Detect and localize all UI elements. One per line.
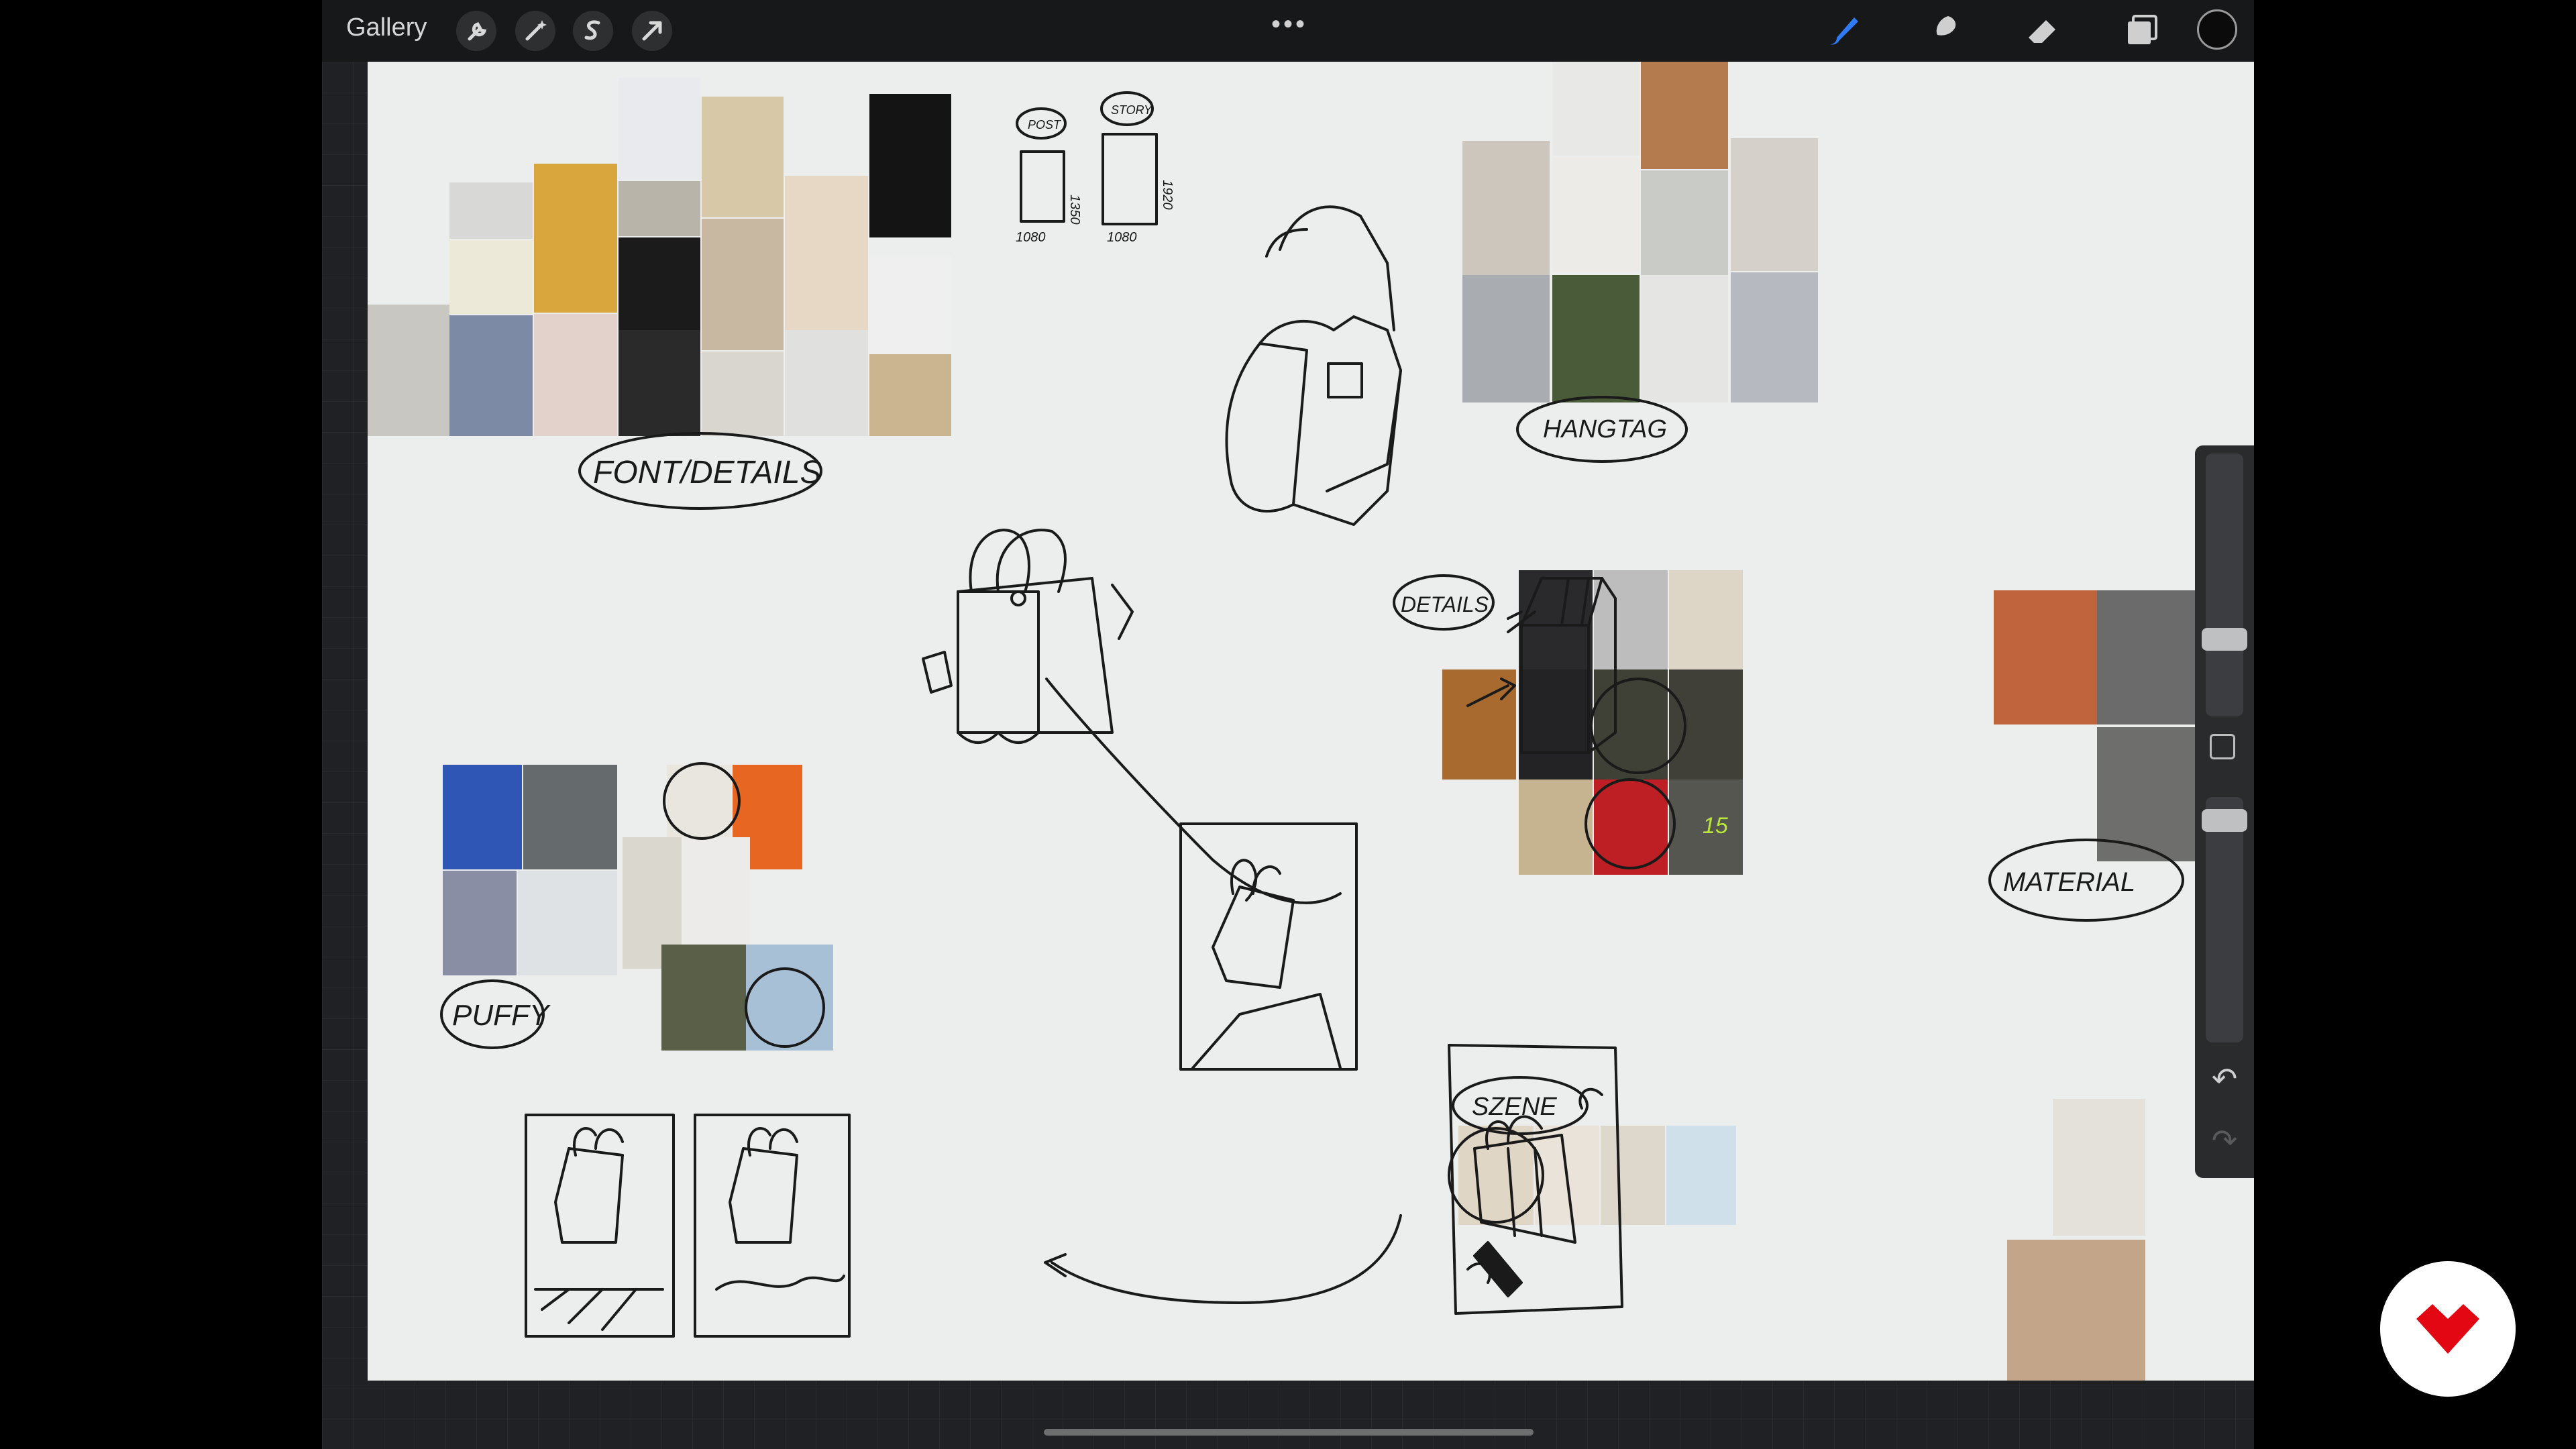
drawing-canvas[interactable]: FONT/DETAILS HANGTAG DETAILS PUFFY MATER…	[368, 62, 2254, 1381]
top-toolbar: Gallery •••	[322, 0, 2254, 62]
redo-icon[interactable]: ↷	[2207, 1123, 2242, 1158]
post-label: POST	[1028, 118, 1062, 131]
font-details-label: FONT/DETAILS	[593, 455, 821, 490]
undo-icon[interactable]: ↶	[2207, 1061, 2242, 1096]
frame-sketch-bottom-1	[525, 1114, 675, 1338]
brand-logo-icon	[2380, 1261, 2516, 1397]
brush-icon[interactable]	[1821, 8, 1866, 54]
hangtag-label: HANGTAG	[1543, 415, 1667, 443]
modify-button[interactable]	[2210, 734, 2235, 759]
tote-sketch-left	[957, 590, 1040, 734]
wrench-icon[interactable]	[453, 8, 499, 54]
brush-opacity-slider[interactable]	[2202, 797, 2247, 1042]
home-indicator[interactable]	[1044, 1429, 1534, 1436]
story-label: STORY	[1111, 103, 1153, 117]
bottle-sketch	[1473, 1241, 1523, 1297]
color-picker-button[interactable]	[2197, 9, 2237, 50]
puffy-label: PUFFY	[452, 999, 551, 1032]
eraser-icon[interactable]	[2019, 8, 2065, 54]
bag-sketch-top	[1225, 342, 1308, 513]
box-sketch	[1520, 624, 1590, 754]
post-width-label: 1080	[1016, 230, 1046, 245]
story-frame-sketch	[1102, 133, 1158, 225]
number-tag-label: 15	[1703, 813, 1728, 839]
connector-curve-1	[1045, 678, 1342, 904]
post-frame-sketch	[1020, 150, 1065, 223]
brush-sidebar: ↶ ↷	[2195, 445, 2254, 1178]
gallery-button[interactable]: Gallery	[346, 13, 427, 42]
magic-wand-icon[interactable]	[513, 8, 558, 54]
frame-sketch-bottom-2	[694, 1114, 851, 1338]
post-height-label: 1350	[1067, 195, 1082, 225]
details-label: DETAILS	[1401, 592, 1489, 616]
connector-curve-2	[1051, 1214, 1402, 1304]
selection-s-icon[interactable]	[570, 8, 616, 54]
smudge-icon[interactable]	[1920, 8, 1966, 54]
layers-icon[interactable]	[2120, 8, 2165, 54]
brush-opacity-thumb[interactable]	[2202, 809, 2247, 832]
brush-size-slider[interactable]	[2202, 453, 2247, 716]
szene-label: SZENE	[1472, 1093, 1557, 1121]
sketch-layer: FONT/DETAILS HANGTAG DETAILS PUFFY MATER…	[440, 91, 2184, 1338]
story-width-label: 1080	[1107, 230, 1137, 245]
material-label: MATERIAL	[2003, 867, 2135, 897]
ipad-screen: Gallery ••• FONT/DETAILS HANGTAG DETAILS…	[322, 0, 2254, 1449]
more-options-button[interactable]: •••	[1271, 9, 1307, 40]
brush-size-thumb[interactable]	[2202, 628, 2247, 651]
transform-arrow-icon[interactable]	[629, 8, 675, 54]
story-height-label: 1920	[1160, 180, 1175, 210]
